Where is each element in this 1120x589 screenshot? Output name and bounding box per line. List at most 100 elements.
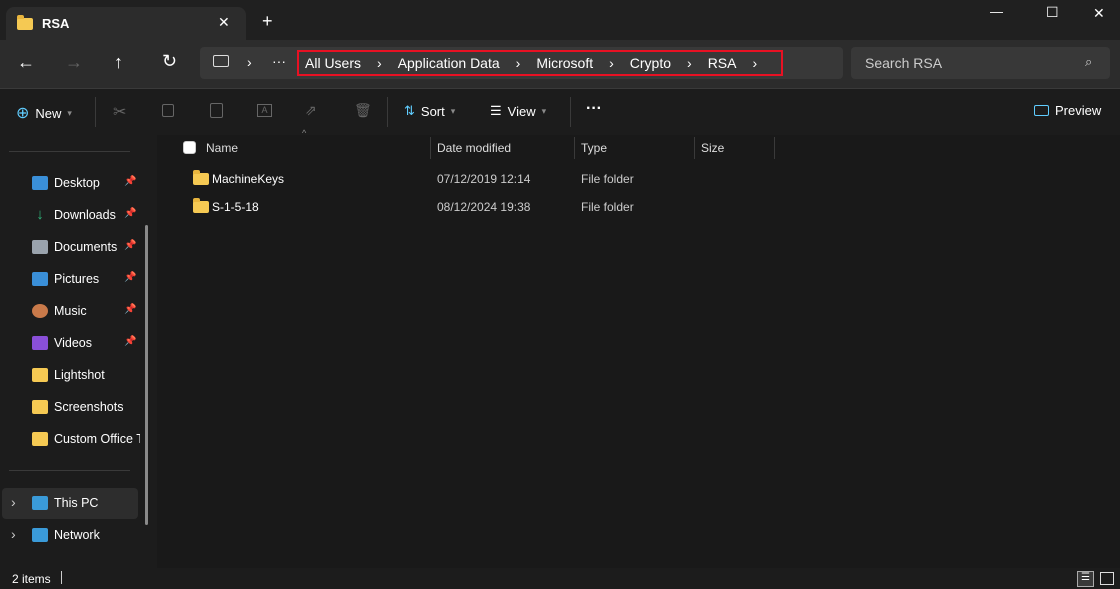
copy-icon[interactable]: [162, 104, 174, 117]
sidebar-item-label: This PC: [54, 496, 99, 510]
breadcrumb-microsoft[interactable]: Microsoft: [536, 55, 593, 71]
column-date-modified[interactable]: Date modified: [437, 137, 511, 159]
expand-chevron-icon[interactable]: ›: [11, 526, 16, 542]
select-all-checkbox[interactable]: [183, 141, 196, 154]
search-input[interactable]: Search RSA: [865, 55, 942, 71]
close-window-button[interactable]: ✕: [1093, 5, 1105, 22]
breadcrumb-rsa[interactable]: RSA: [708, 55, 737, 71]
column-type[interactable]: Type: [581, 137, 607, 159]
sidebar-item-label: Pictures: [54, 272, 100, 286]
file-name: S-1-5-18: [212, 200, 259, 214]
new-tab-button[interactable]: +: [262, 11, 273, 32]
search-icon: ⌕: [1085, 54, 1093, 69]
sidebar-item[interactable]: Custom Office T: [32, 427, 140, 451]
breadcrumb-all-users[interactable]: All Users: [305, 55, 361, 71]
status-bar: 2 items ☰: [0, 568, 1120, 589]
rename-icon[interactable]: A: [257, 104, 272, 117]
this-pc-icon: [32, 496, 48, 510]
network-icon: [32, 528, 48, 542]
folder-icon: [17, 15, 33, 30]
new-button[interactable]: ⊕ New ▾: [16, 103, 72, 123]
pictures-icon: [32, 272, 48, 286]
details-view-icon[interactable]: ☰: [1077, 571, 1094, 587]
pin-icon[interactable]: 📌: [124, 304, 136, 315]
sidebar-item[interactable]: Desktop: [32, 171, 100, 195]
sidebar-item[interactable]: Music: [32, 299, 87, 323]
file-date: 08/12/2024 19:38: [437, 200, 531, 214]
preview-label: Preview: [1055, 103, 1102, 118]
address-bar[interactable]: › ··· All Users › Application Data › Micro…: [200, 47, 843, 79]
search-box[interactable]: Search RSA ⌕: [851, 47, 1110, 79]
sidebar-scrollbar[interactable]: [145, 225, 148, 525]
preview-button[interactable]: Preview: [1034, 103, 1101, 118]
pin-icon[interactable]: 📌: [124, 272, 136, 283]
column-size[interactable]: Size: [701, 137, 724, 159]
sidebar-item[interactable]: ↓ Downloads: [32, 203, 116, 227]
sidebar-item-label: Lightshot: [54, 368, 105, 382]
breadcrumb: All Users › Application Data › Microsoft › …: [297, 50, 783, 76]
more-options-button[interactable]: ···: [586, 100, 602, 118]
sidebar-item-label: Screenshots: [54, 400, 124, 414]
close-tab-icon[interactable]: ✕: [218, 14, 230, 31]
back-button[interactable]: ←: [17, 52, 35, 73]
pin-icon[interactable]: 📌: [124, 208, 136, 219]
hidden-path-button[interactable]: ···: [272, 53, 286, 69]
minimize-button[interactable]: —: [990, 4, 1003, 19]
share-icon[interactable]: ⇗: [305, 102, 317, 119]
sidebar-item-label: Documents: [54, 240, 118, 254]
sidebar-item[interactable]: Lightshot: [32, 363, 105, 387]
tab-title: RSA: [42, 16, 70, 31]
folder-icon: [32, 432, 48, 446]
chevron-right-icon: ›: [247, 54, 252, 70]
pin-icon[interactable]: 📌: [124, 240, 136, 251]
maximize-button[interactable]: ☐: [1046, 4, 1059, 21]
sidebar-item-label: Desktop: [54, 176, 100, 190]
new-label: New: [35, 105, 62, 121]
folder-icon: [193, 198, 209, 213]
file-date: 07/12/2019 12:14: [437, 172, 531, 186]
cut-icon[interactable]: ✂: [113, 102, 126, 122]
divider: [570, 97, 571, 127]
forward-button[interactable]: →: [65, 52, 83, 73]
delete-icon[interactable]: 🗑: [354, 102, 372, 119]
column-name[interactable]: Name: [206, 137, 238, 159]
sidebar-location[interactable]: Network: [32, 523, 100, 547]
desktop-icon: [32, 176, 48, 190]
sidebar-item[interactable]: Screenshots: [32, 395, 123, 419]
pin-icon[interactable]: 📌: [124, 176, 136, 187]
download-icon: ↓: [36, 206, 44, 223]
breadcrumb-crypto[interactable]: Crypto: [630, 55, 671, 71]
videos-icon: [32, 336, 48, 350]
item-count: 2 items: [12, 572, 51, 586]
view-label: View: [507, 103, 536, 119]
sidebar-item[interactable]: Pictures: [32, 267, 99, 291]
file-row[interactable]: MachineKeys 07/12/2019 12:14 File folder: [190, 168, 790, 190]
sidebar-item[interactable]: Documents: [32, 235, 117, 259]
sidebar-item[interactable]: Videos: [32, 331, 92, 355]
folder-icon: [32, 368, 48, 382]
sidebar-item-label: Custom Office T: [54, 432, 140, 446]
up-button[interactable]: ↑: [114, 52, 123, 73]
breadcrumb-application-data[interactable]: Application Data: [398, 55, 500, 71]
preview-pane-icon: [1034, 105, 1049, 116]
expand-chevron-icon[interactable]: ›: [11, 494, 16, 510]
tiles-view-icon[interactable]: [1100, 572, 1114, 585]
sidebar-item-label: Music: [54, 304, 87, 318]
sort-ascending-icon: ^: [302, 128, 307, 138]
sort-icon: ⇅: [404, 103, 415, 118]
sidebar-item-label: Downloads: [54, 208, 116, 222]
sort-label: Sort: [420, 103, 445, 119]
sort-button[interactable]: ⇅ Sort ▾: [404, 103, 455, 119]
refresh-button[interactable]: ↻: [162, 51, 177, 72]
tab-rsa[interactable]: RSA ✕: [6, 7, 246, 40]
pin-icon[interactable]: 📌: [124, 336, 136, 347]
view-button[interactable]: ☰ View ▾: [490, 103, 546, 119]
documents-icon: [32, 240, 48, 254]
sidebar-location[interactable]: This PC: [32, 491, 98, 515]
file-row[interactable]: S-1-5-18 08/12/2024 19:38 File folder: [190, 196, 790, 218]
file-type: File folder: [581, 172, 634, 186]
plus-circle-icon: ⊕: [16, 105, 30, 122]
divider: [95, 97, 96, 127]
sidebar-item-label: Network: [54, 528, 100, 542]
paste-icon[interactable]: [210, 103, 223, 118]
